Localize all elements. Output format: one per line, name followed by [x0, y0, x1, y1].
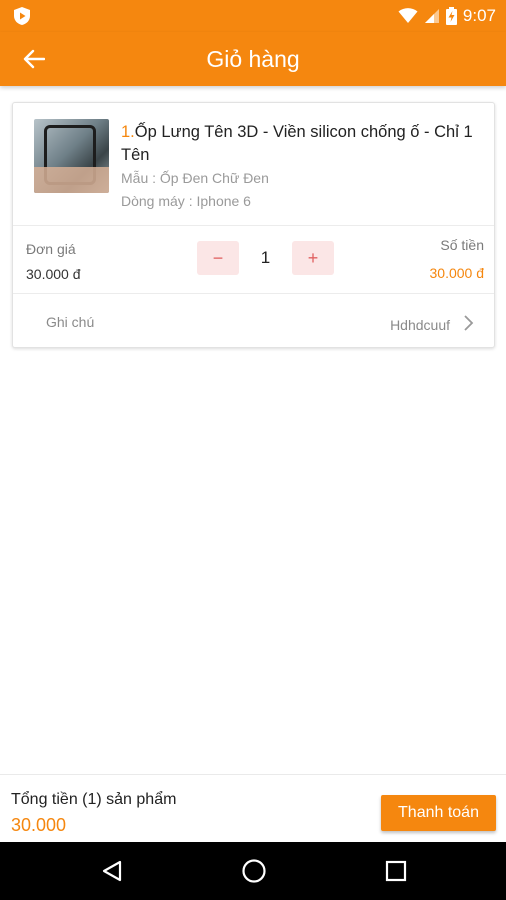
app-notification-icon — [14, 7, 30, 25]
amount-label: Số tiền — [440, 237, 484, 253]
note-row[interactable]: Ghi chú Hdhdcuuf — [13, 294, 494, 348]
item-index: 1. — [121, 123, 135, 141]
nav-back-button[interactable] — [97, 856, 127, 886]
wifi-icon — [398, 8, 418, 23]
unit-price-value: 30.000 đ — [26, 266, 81, 282]
unit-price-label: Đơn giá — [26, 241, 76, 257]
square-recents-icon — [385, 860, 407, 882]
status-bar: 9:07 — [0, 0, 506, 32]
quantity-value: 1 — [260, 248, 271, 267]
decrease-quantity-button[interactable]: − — [197, 241, 239, 275]
checkout-footer: Tổng tiền (1) sản phẩm 30.000 Thanh toán — [0, 774, 506, 842]
system-nav-bar — [0, 842, 506, 900]
product-model: Dòng máy : Iphone 6 — [121, 193, 251, 209]
triangle-back-icon — [102, 860, 122, 882]
hand-image — [34, 167, 109, 193]
status-time: 9:07 — [462, 6, 496, 25]
product-name-text: Ốp Lưng Tên 3D - Viền silicon chống ố - … — [121, 123, 473, 164]
divider — [13, 225, 494, 226]
chevron-right-icon — [464, 315, 474, 331]
checkout-button[interactable]: Thanh toán — [381, 795, 496, 831]
battery-charging-icon — [445, 7, 457, 25]
signal-icon — [424, 9, 439, 23]
cart-item-card: 1.Ốp Lưng Tên 3D - Viền silicon chống ố … — [12, 102, 495, 348]
total-value: 30.000 — [11, 815, 67, 835]
nav-home-button[interactable] — [239, 856, 269, 886]
increase-quantity-button[interactable]: + — [292, 241, 334, 275]
total-label: Tổng tiền (1) sản phẩm — [11, 791, 177, 808]
nav-recents-button[interactable] — [381, 856, 411, 886]
product-name[interactable]: 1.Ốp Lưng Tên 3D - Viền silicon chống ố … — [121, 121, 481, 167]
product-variant: Mẫu : Ốp Đen Chữ Đen — [121, 170, 269, 186]
product-thumbnail[interactable] — [34, 119, 109, 193]
app-bar: Giỏ hàng — [0, 32, 506, 86]
system-icons: 9:07 — [398, 5, 496, 27]
circle-home-icon — [242, 859, 266, 883]
page-title: Giỏ hàng — [206, 46, 300, 72]
note-value: Hdhdcuuf — [390, 317, 450, 333]
note-label: Ghi chú — [46, 314, 95, 330]
amount-value: 30.000 đ — [429, 265, 485, 281]
